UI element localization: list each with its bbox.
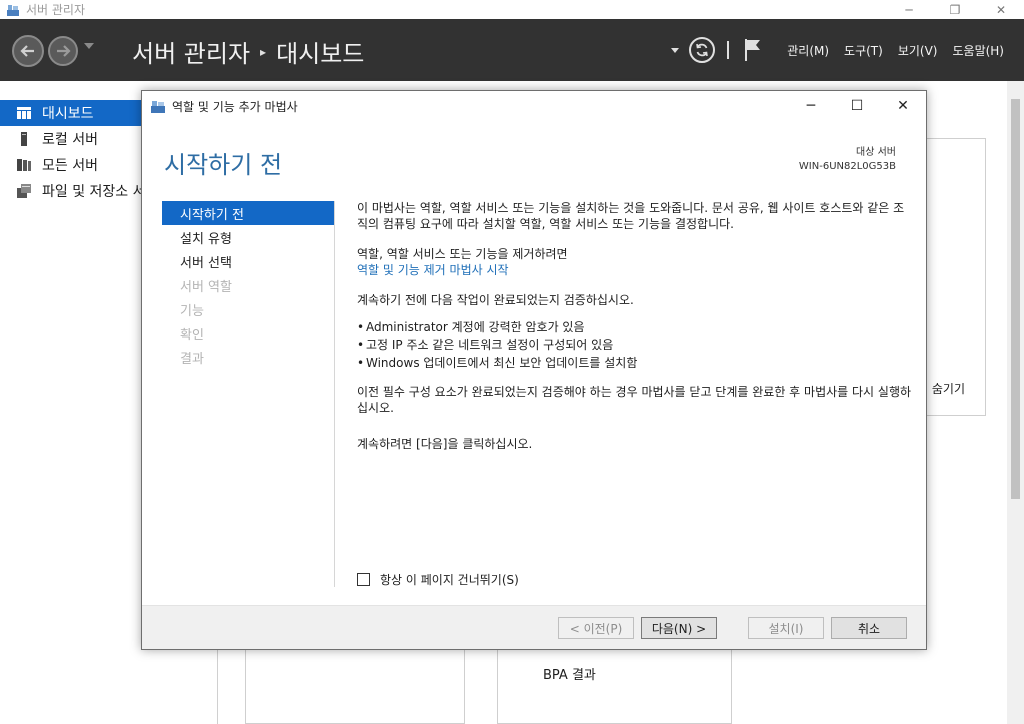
close-button[interactable]: ✕: [978, 0, 1024, 19]
page-title: 시작하기 전: [164, 151, 283, 179]
main-scrollbar[interactable]: [1007, 81, 1024, 724]
add-roles-wizard-dialog: 역할 및 기능 추가 마법사 ─ ☐ ✕ 시작하기 전 대상 서버 WIN-6U…: [141, 90, 927, 650]
server-icon: [16, 131, 32, 147]
sidebar-item-label: 모든 서버: [42, 158, 98, 174]
window-title: 서버 관리자: [26, 3, 86, 17]
dashboard-tile-right: BPA 결과: [497, 640, 732, 724]
server-manager-icon: [6, 3, 20, 17]
remove-wizard-link[interactable]: 역할 및 기능 제거 마법사 시작: [357, 262, 912, 278]
list-item: Windows 업데이트에서 최신 보안 업데이트를 설치함: [357, 354, 912, 372]
dropdown-icon[interactable]: [671, 47, 680, 53]
sidebar-item-label: 로컬 서버: [42, 132, 98, 148]
menu-view[interactable]: 보기(V): [898, 42, 938, 59]
bpa-results-label[interactable]: BPA 결과: [543, 664, 596, 683]
forward-arrow-icon: [57, 45, 71, 57]
remove-text: 역할, 역할 서비스 또는 기능을 제거하려면: [357, 247, 568, 261]
hide-label[interactable]: 숨기기: [932, 380, 965, 397]
window-controls: ─ ❐ ✕: [886, 0, 1024, 19]
wizard-steps: 시작하기 전 설치 유형 서버 선택 서버 역할 기능 확인 결과: [162, 201, 334, 369]
panel-divider: [217, 640, 218, 724]
dialog-maximize-button[interactable]: ☐: [834, 91, 880, 121]
servers-icon: [16, 157, 32, 173]
dialog-footer: < 이전(P) 다음(N) > 설치(I) 취소: [142, 605, 926, 649]
sidebar-item-local-server[interactable]: 로컬 서버: [0, 126, 140, 152]
menu-help[interactable]: 도움말(H): [952, 42, 1004, 59]
history-dropdown-icon[interactable]: [84, 43, 94, 49]
header-bar: 서버 관리자 ▸ 대시보드 관리(M) 도구(T) 보기(V) 도움말(H): [0, 19, 1024, 81]
back-arrow-icon: [20, 45, 34, 57]
install-button[interactable]: 설치(I): [748, 617, 824, 639]
refresh-icon[interactable]: [689, 37, 716, 63]
skip-page-option[interactable]: 항상 이 페이지 건너뛰기(S): [357, 571, 519, 588]
dialog-minimize-button[interactable]: ─: [788, 91, 834, 121]
sidebar: 대시보드 로컬 서버 모든 서버 파일 및 저장소 서비스: [0, 100, 171, 204]
scrollbar-thumb[interactable]: [1011, 99, 1020, 499]
step-results: 결과: [180, 351, 204, 367]
intro-text: 이 마법사는 역할, 역할 서비스 또는 기능을 설치하는 것을 도와줍니다. …: [357, 201, 905, 231]
breadcrumb-root[interactable]: 서버 관리자: [132, 34, 250, 69]
dialog-titlebar: 역할 및 기능 추가 마법사 ─ ☐ ✕: [142, 91, 926, 121]
step-server-roles: 서버 역할: [180, 279, 232, 295]
storage-icon: [16, 183, 32, 199]
steps-divider: [334, 201, 335, 587]
next-button[interactable]: 다음(N) >: [641, 617, 717, 639]
dialog-close-button[interactable]: ✕: [880, 91, 926, 121]
prereq-text: 이전 필수 구성 요소가 완료되었는지 검증해야 하는 경우 마법사를 닫고 단…: [357, 385, 912, 415]
dialog-title: 역할 및 기능 추가 마법사: [172, 99, 298, 114]
restore-button[interactable]: ❐: [932, 0, 978, 19]
wizard-icon: [150, 98, 166, 114]
step-before-you-begin[interactable]: 시작하기 전: [162, 201, 334, 225]
step-confirmation: 확인: [180, 327, 204, 343]
sidebar-item-dashboard[interactable]: 대시보드: [0, 100, 148, 126]
previous-button[interactable]: < 이전(P): [558, 617, 634, 639]
menu-manage[interactable]: 관리(M): [787, 42, 829, 59]
target-server-info: 대상 서버 WIN-6UN82L0G53B: [799, 146, 896, 174]
dashboard-tile-left: [245, 640, 465, 724]
sidebar-item-label: 대시보드: [42, 106, 94, 122]
verify-text: 계속하기 전에 다음 작업이 완료되었는지 검증하십시오.: [357, 293, 634, 307]
step-features: 기능: [180, 303, 204, 319]
list-item: 고정 IP 주소 같은 네트워크 설정이 구성되어 있음: [357, 336, 912, 354]
skip-page-label[interactable]: 항상 이 페이지 건너뛰기(S): [380, 571, 519, 588]
header-actions: 관리(M) 도구(T) 보기(V) 도움말(H): [671, 19, 1024, 81]
checklist: Administrator 계정에 강력한 암호가 있음 고정 IP 주소 같은…: [357, 318, 912, 372]
dialog-controls: ─ ☐ ✕: [788, 91, 926, 121]
dashboard-icon: [16, 105, 32, 121]
breadcrumb-current: 대시보드: [276, 40, 365, 68]
minimize-button[interactable]: ─: [886, 0, 932, 19]
breadcrumb-separator-icon: ▸: [260, 44, 267, 59]
list-item: Administrator 계정에 강력한 암호가 있음: [357, 318, 912, 336]
wizard-content: 이 마법사는 역할, 역할 서비스 또는 기능을 설치하는 것을 도와줍니다. …: [357, 200, 912, 466]
continue-text: 계속하려면 [다음]을 클릭하십시오.: [357, 437, 533, 451]
step-server-selection[interactable]: 서버 선택: [162, 249, 334, 273]
header-divider: [727, 41, 730, 59]
breadcrumb: 서버 관리자 ▸ 대시보드: [132, 34, 364, 69]
back-button[interactable]: [12, 35, 44, 67]
sidebar-item-all-servers[interactable]: 모든 서버: [0, 152, 140, 178]
menu-tools[interactable]: 도구(T): [844, 42, 883, 59]
step-installation-type[interactable]: 설치 유형: [162, 225, 334, 249]
target-server-name: WIN-6UN82L0G53B: [798, 161, 896, 172]
window-titlebar: 서버 관리자 ─ ❐ ✕: [0, 0, 1024, 19]
notifications-flag-icon[interactable]: [743, 37, 763, 63]
target-server-label: 대상 서버: [856, 147, 896, 158]
cancel-button[interactable]: 취소: [831, 617, 907, 639]
sidebar-item-file-storage[interactable]: 파일 및 저장소 서비스: [0, 178, 171, 204]
skip-page-checkbox[interactable]: [357, 573, 370, 586]
forward-button[interactable]: [48, 36, 78, 66]
